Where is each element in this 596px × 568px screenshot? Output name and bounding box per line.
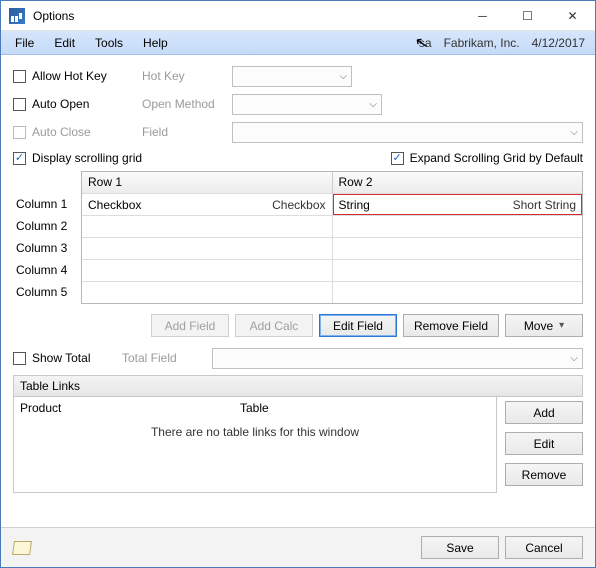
hot-key-field-label: Hot Key xyxy=(142,69,232,83)
move-button[interactable]: Move xyxy=(505,314,583,337)
show-total-checkbox[interactable] xyxy=(13,352,26,365)
chevron-down-icon: ⌵ xyxy=(339,71,347,82)
display-scrolling-checkbox[interactable] xyxy=(13,152,26,165)
note-icon[interactable] xyxy=(12,541,32,555)
grid-cell[interactable] xyxy=(333,260,583,281)
field-label: Field xyxy=(142,125,232,139)
chevron-down-icon: ⌵ xyxy=(570,127,578,138)
auto-close-checkbox xyxy=(13,126,26,139)
maximize-button[interactable]: ☐ xyxy=(505,1,550,31)
grid-cell[interactable] xyxy=(82,260,333,281)
grid-cell-selected[interactable]: String Short String xyxy=(333,194,583,215)
menu-file[interactable]: File xyxy=(5,33,44,53)
save-button[interactable]: Save xyxy=(421,536,499,559)
grid-row-label: Column 4 xyxy=(13,259,81,281)
grid: Column 1 Column 2 Column 3 Column 4 Colu… xyxy=(13,171,583,304)
grid-cell[interactable] xyxy=(333,238,583,259)
add-link-button[interactable]: Add xyxy=(505,401,583,424)
links-col-product: Product xyxy=(20,401,240,415)
grid-row-label: Column 1 xyxy=(13,193,81,215)
window-title: Options xyxy=(33,9,460,23)
grid-cell[interactable]: Checkbox Checkbox xyxy=(82,194,333,215)
allow-hot-key-label: Allow Hot Key xyxy=(32,69,142,83)
open-method-combo[interactable]: ⌵ xyxy=(232,94,382,115)
grid-cell[interactable] xyxy=(82,282,333,303)
display-scrolling-label: Display scrolling grid xyxy=(32,151,142,165)
grid-cell[interactable] xyxy=(82,238,333,259)
expand-scrolling-checkbox[interactable] xyxy=(391,152,404,165)
auto-close-label: Auto Close xyxy=(32,125,142,139)
edit-field-button[interactable]: Edit Field xyxy=(319,314,397,337)
links-col-table: Table xyxy=(240,401,269,415)
total-field-label: Total Field xyxy=(122,351,212,365)
edit-link-button[interactable]: Edit xyxy=(505,432,583,455)
table-links-header: Table Links xyxy=(13,375,583,397)
remove-link-button[interactable]: Remove xyxy=(505,463,583,486)
hot-key-combo[interactable]: ⌵ xyxy=(232,66,352,87)
field-combo[interactable]: ⌵ xyxy=(232,122,583,143)
grid-row-label: Column 5 xyxy=(13,281,81,303)
allow-hot-key-checkbox[interactable] xyxy=(13,70,26,83)
expand-scrolling-label: Expand Scrolling Grid by Default xyxy=(410,151,583,165)
grid-row-label: Column 2 xyxy=(13,215,81,237)
footer: Save Cancel xyxy=(1,527,595,567)
grid-cell[interactable] xyxy=(333,282,583,303)
close-button[interactable]: ✕ xyxy=(550,1,595,31)
links-empty-text: There are no table links for this window xyxy=(14,425,496,439)
chevron-down-icon: ⌵ xyxy=(570,353,578,364)
cancel-button[interactable]: Cancel xyxy=(505,536,583,559)
open-method-label: Open Method xyxy=(142,97,232,111)
remove-field-button[interactable]: Remove Field xyxy=(403,314,499,337)
total-field-combo[interactable]: ⌵ xyxy=(212,348,583,369)
menu-bar: File Edit Tools Help sa Fabrikam, Inc. 4… xyxy=(1,31,595,55)
show-total-label: Show Total xyxy=(32,351,122,365)
status-date: 4/12/2017 xyxy=(526,36,591,50)
grid-header-row1[interactable]: Row 1 xyxy=(82,172,333,193)
auto-open-label: Auto Open xyxy=(32,97,142,111)
add-field-button: Add Field xyxy=(151,314,229,337)
menu-tools[interactable]: Tools xyxy=(85,33,133,53)
auto-open-checkbox[interactable] xyxy=(13,98,26,111)
cell-right: Short String xyxy=(513,198,576,212)
add-calc-button: Add Calc xyxy=(235,314,313,337)
menu-edit[interactable]: Edit xyxy=(44,33,85,53)
status-company: Fabrikam, Inc. xyxy=(438,36,526,50)
cell-right: Checkbox xyxy=(272,198,325,212)
grid-cell[interactable] xyxy=(333,216,583,237)
chevron-down-icon: ⌵ xyxy=(369,99,377,110)
app-icon xyxy=(9,8,25,24)
cell-left: String xyxy=(339,198,513,212)
grid-cell[interactable] xyxy=(82,216,333,237)
menu-help[interactable]: Help xyxy=(133,33,178,53)
title-bar: Options ─ ☐ ✕ xyxy=(1,1,595,31)
grid-row-label: Column 3 xyxy=(13,237,81,259)
grid-header-row2[interactable]: Row 2 xyxy=(333,172,583,193)
minimize-button[interactable]: ─ xyxy=(460,1,505,31)
status-user: sa xyxy=(413,36,438,50)
cell-left: Checkbox xyxy=(88,198,272,212)
table-links-list[interactable]: Product Table There are no table links f… xyxy=(13,397,497,493)
